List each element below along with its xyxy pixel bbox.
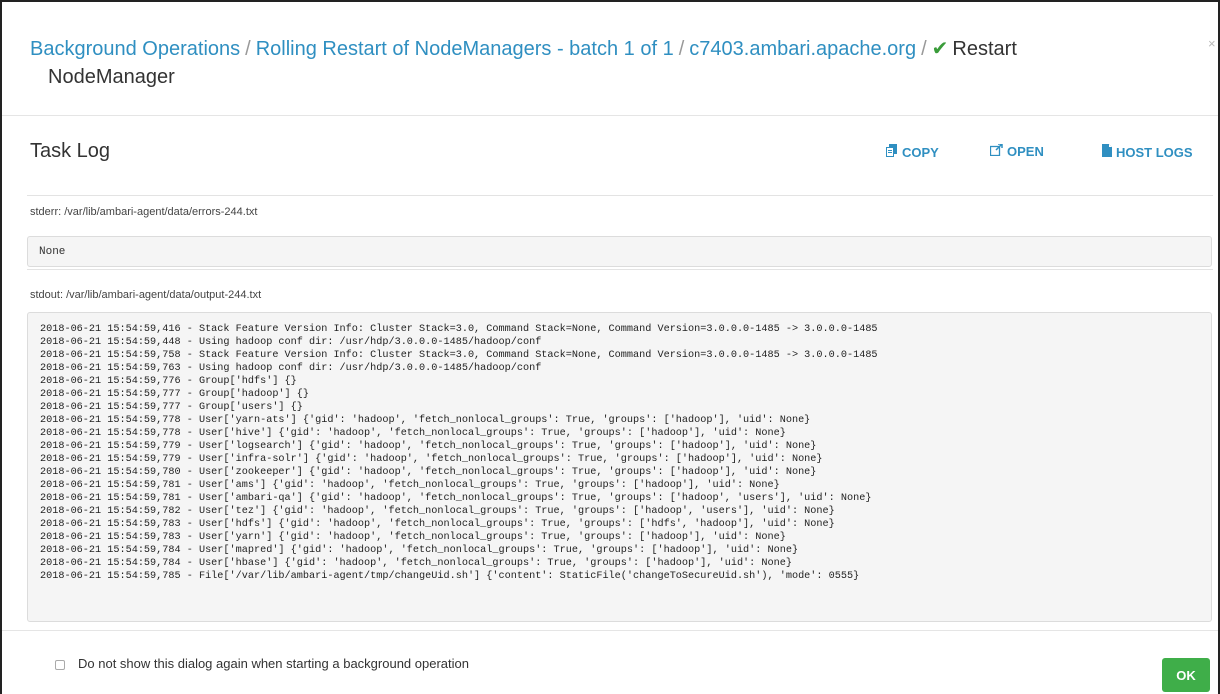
log-line: 2018-06-21 15:54:59,783 - User['hdfs'] {… (40, 519, 835, 530)
copy-label: COPY (902, 144, 939, 160)
do-not-show-label: Do not show this dialog again when start… (78, 656, 469, 671)
breadcrumb-current-task-continued: NodeManager (48, 66, 175, 88)
host-logs-label: HOST LOGS (1116, 144, 1193, 160)
checkmark-icon: ✔ (931, 38, 949, 60)
open-button[interactable]: OPEN (989, 143, 1044, 159)
log-line: 2018-06-21 15:54:59,785 - File['/var/lib… (40, 571, 860, 582)
log-line: 2018-06-21 15:54:59,781 - User['ams'] {'… (40, 480, 780, 491)
external-link-icon (989, 143, 1003, 159)
file-icon (1102, 144, 1112, 160)
log-line: 2018-06-21 15:54:59,780 - User['zookeepe… (40, 467, 817, 478)
task-log-heading: Task Log (30, 140, 111, 162)
window-top-border (0, 0, 1220, 2)
stdout-content: 2018-06-21 15:54:59,416 - Stack Feature … (28, 313, 1211, 583)
log-line: 2018-06-21 15:54:59,778 - User['hive'] {… (40, 428, 786, 439)
log-line: 2018-06-21 15:54:59,779 - User['infra-so… (40, 454, 823, 465)
log-line: 2018-06-21 15:54:59,777 - Group['hadoop'… (40, 389, 309, 400)
stderr-content: None (27, 236, 1212, 267)
host-logs-button[interactable]: HOST LOGS (1102, 144, 1193, 160)
do-not-show-checkbox[interactable] (55, 660, 65, 670)
log-line: 2018-06-21 15:54:59,779 - User['logsearc… (40, 441, 817, 452)
log-line: 2018-06-21 15:54:59,776 - Group['hdfs'] … (40, 376, 297, 387)
log-line: 2018-06-21 15:54:59,416 - Stack Feature … (40, 324, 878, 335)
stdout-path-label: stdout: /var/lib/ambari-agent/data/outpu… (30, 289, 262, 301)
open-label: OPEN (1007, 144, 1044, 159)
breadcrumb-host[interactable]: c7403.ambari.apache.org (689, 38, 916, 60)
log-line: 2018-06-21 15:54:59,783 - User['yarn'] {… (40, 532, 786, 543)
log-line: 2018-06-21 15:54:59,784 - User['hbase'] … (40, 558, 792, 569)
stdout-log-box[interactable]: 2018-06-21 15:54:59,416 - Stack Feature … (27, 312, 1212, 622)
breadcrumb-separator: / (921, 38, 927, 60)
log-line: 2018-06-21 15:54:59,782 - User['tez'] {'… (40, 506, 835, 517)
log-line: 2018-06-21 15:54:59,777 - Group['users']… (40, 402, 303, 413)
header-divider (2, 115, 1218, 116)
ok-button[interactable]: OK (1162, 658, 1210, 692)
log-line: 2018-06-21 15:54:59,448 - Using hadoop c… (40, 337, 542, 348)
log-line: 2018-06-21 15:54:59,758 - Stack Feature … (40, 350, 878, 361)
log-line: 2018-06-21 15:54:59,781 - User['ambari-q… (40, 493, 872, 504)
window-left-border (0, 0, 2, 694)
stderr-path-label: stderr: /var/lib/ambari-agent/data/error… (30, 206, 258, 218)
breadcrumb-rolling-restart[interactable]: Rolling Restart of NodeManagers - batch … (256, 38, 674, 60)
log-line: 2018-06-21 15:54:59,763 - Using hadoop c… (40, 363, 542, 374)
breadcrumb-separator: / (245, 38, 251, 60)
breadcrumb-background-operations[interactable]: Background Operations (30, 38, 240, 60)
log-line: 2018-06-21 15:54:59,778 - User['yarn-ats… (40, 415, 811, 426)
breadcrumb-current-task: Restart (952, 38, 1017, 60)
footer-divider (2, 630, 1218, 631)
log-line: 2018-06-21 15:54:59,784 - User['mapred']… (40, 545, 799, 556)
copy-button[interactable]: COPY (886, 144, 939, 160)
breadcrumb-separator: / (678, 38, 685, 60)
dialog-title-breadcrumb: Background Operations / Rolling Restart of… (30, 35, 1210, 91)
copy-icon (886, 144, 898, 160)
